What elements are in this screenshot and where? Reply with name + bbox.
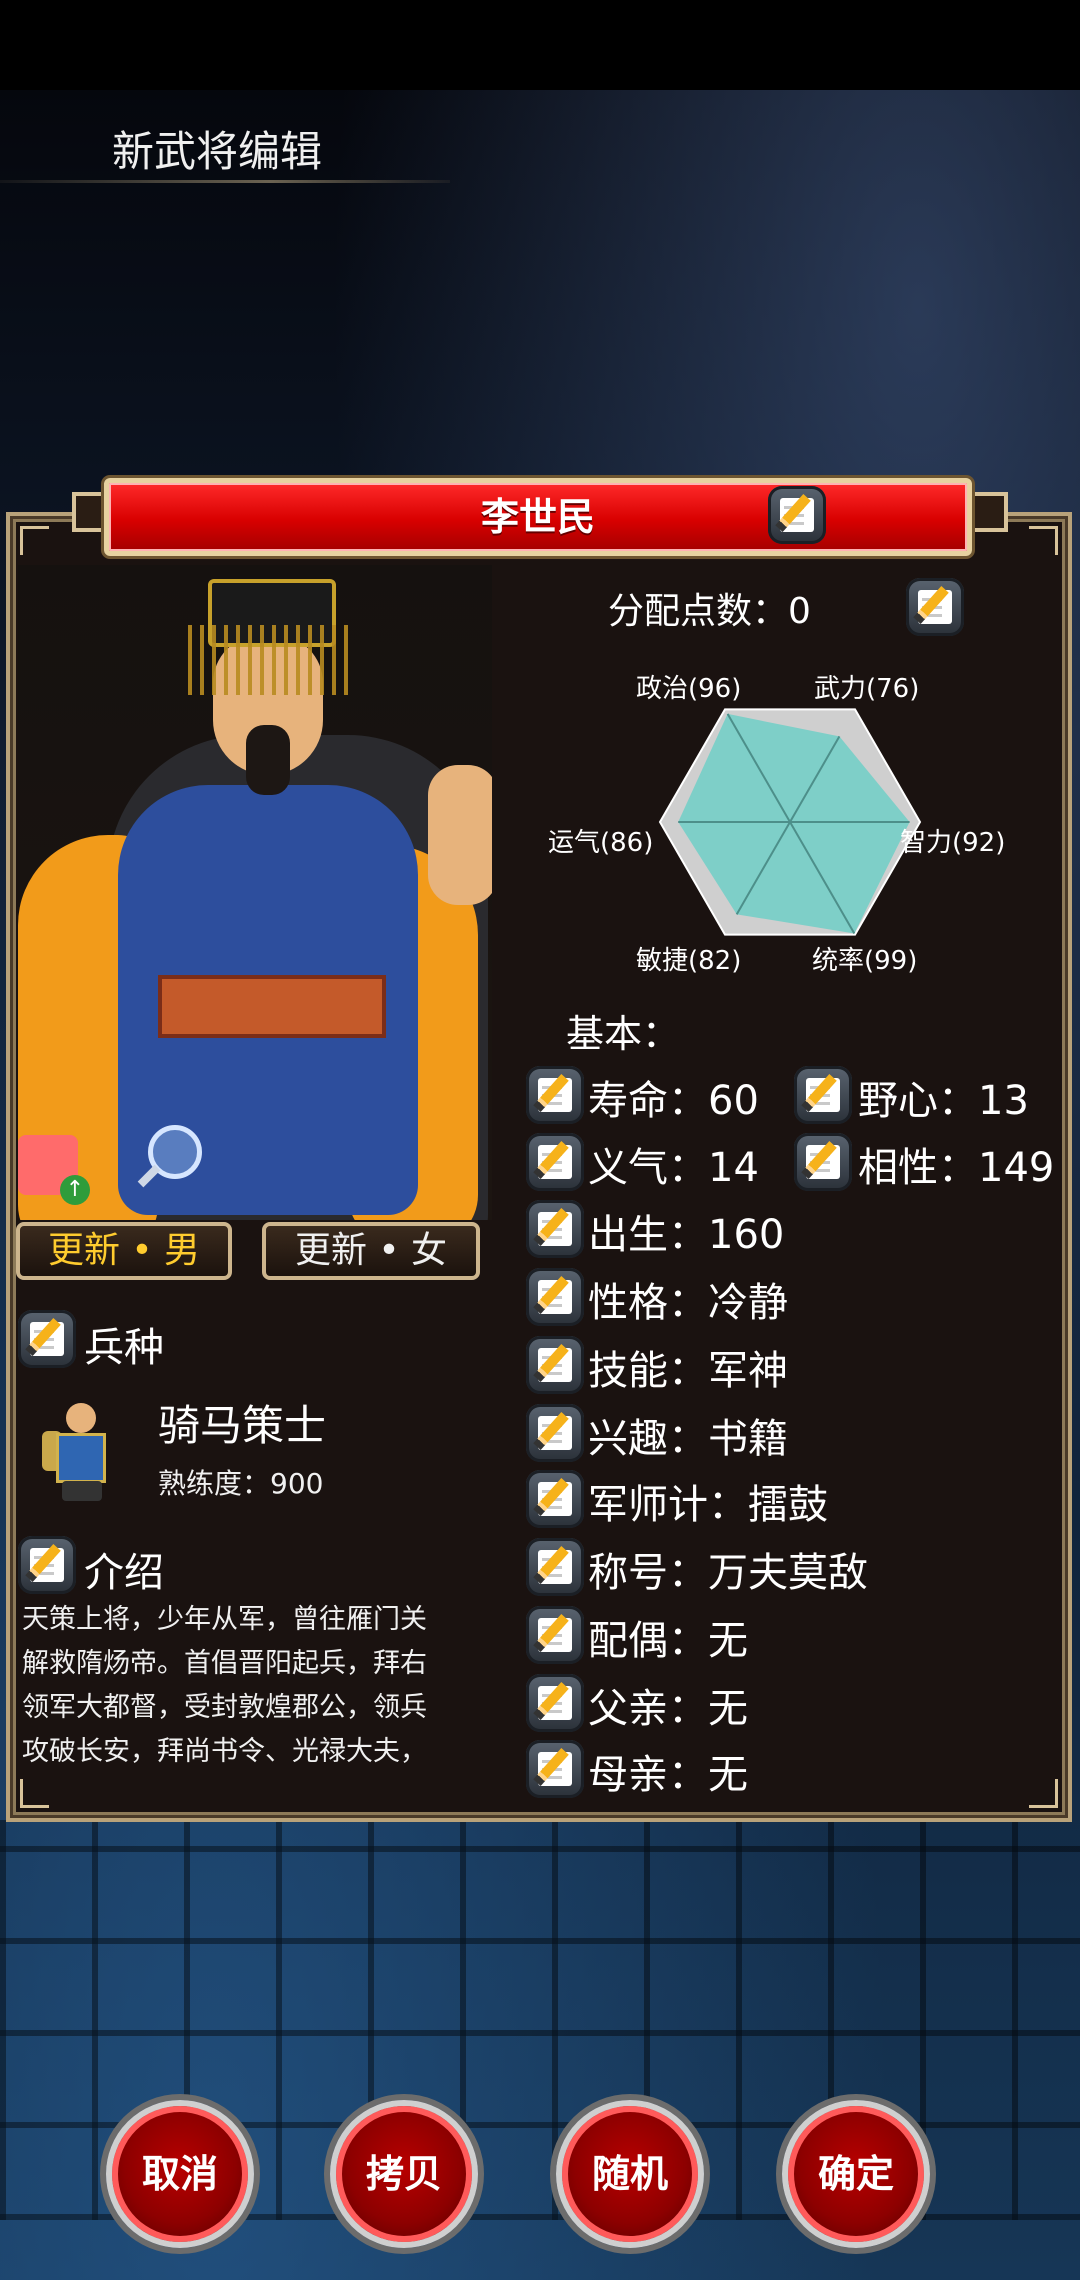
intro-text: 天策上将，少年从军，曾往雁门关 解救隋炀帝。首倡晋阳起兵，拜右 领军大都督，受封…	[22, 1604, 427, 1767]
father-value: 父亲：无	[588, 1686, 748, 1732]
panel-corner	[20, 1779, 49, 1808]
copy-label: 拷贝	[365, 2152, 442, 2196]
edit-father-icon[interactable]	[526, 1674, 584, 1732]
radar-label-command: 统率(99)	[812, 946, 918, 976]
edit-affinity-icon[interactable]	[794, 1133, 852, 1191]
basic-label: 基本：	[566, 1012, 681, 1056]
edit-intro-icon[interactable]	[18, 1536, 76, 1594]
loyalty-value: 义气：14	[588, 1145, 759, 1191]
panel-corner	[1029, 526, 1058, 555]
edit-lifespan-icon[interactable]	[526, 1066, 584, 1124]
intro-label: 介绍	[84, 1550, 164, 1596]
unit-sprite-icon	[42, 1395, 122, 1505]
update-female-button[interactable]: 更新 • 女	[262, 1222, 480, 1280]
panel-corner	[1029, 1779, 1058, 1808]
general-portrait[interactable]	[18, 565, 492, 1220]
affinity-value: 相性：149	[858, 1145, 1055, 1191]
ambition-value: 野心：13	[858, 1078, 1029, 1124]
copy-button[interactable]: 拷贝	[330, 2100, 478, 2248]
magnifier-icon[interactable]	[148, 1125, 202, 1179]
confirm-button[interactable]: 确定	[782, 2100, 930, 2248]
edit-birth-icon[interactable]	[526, 1200, 584, 1258]
random-label: 随机	[591, 2152, 668, 2196]
birth-value: 出生：160	[588, 1212, 785, 1258]
edit-strategy-icon[interactable]	[526, 1470, 584, 1528]
hobby-value: 兴趣：书籍	[588, 1416, 788, 1462]
edit-personality-icon[interactable]	[526, 1268, 584, 1326]
personality-value: 性格：冷静	[588, 1280, 788, 1326]
edit-spouse-icon[interactable]	[526, 1606, 584, 1664]
unit-name: 骑马策士	[158, 1401, 327, 1450]
page-title: 新武将编辑	[112, 127, 323, 176]
radar-label-agility: 敏捷(82)	[636, 946, 742, 976]
allocation-points: 分配点数：0	[608, 582, 811, 634]
edit-troop-icon[interactable]	[18, 1310, 76, 1368]
radar-label-politics: 政治(96)	[636, 674, 742, 704]
edit-ambition-icon[interactable]	[794, 1066, 852, 1124]
mother-value: 母亲：无	[588, 1752, 748, 1798]
confirm-label: 确定	[817, 2152, 894, 2196]
general-name: 李世民	[480, 495, 595, 539]
skill-value: 技能：军神	[588, 1348, 788, 1394]
radar-label-intellect: 智力(92)	[900, 828, 1006, 858]
lifespan-value: 寿命：60	[588, 1078, 759, 1124]
honor-value: 称号：万夫莫敌	[588, 1550, 868, 1596]
upload-portrait-icon[interactable]	[18, 1135, 90, 1205]
panel-corner	[20, 526, 49, 555]
unit-proficiency: 熟练度：900	[158, 1467, 324, 1500]
strategy-value: 军师计：擂鼓	[588, 1482, 828, 1528]
title-underline	[0, 180, 450, 183]
edit-loyalty-icon[interactable]	[526, 1133, 584, 1191]
cancel-button[interactable]: 取消	[106, 2100, 254, 2248]
allocation-label: 分配点数：	[608, 591, 789, 632]
edit-mother-icon[interactable]	[526, 1740, 584, 1798]
name-bar: 李世民	[104, 478, 972, 556]
spouse-value: 配偶：无	[588, 1618, 748, 1664]
cancel-label: 取消	[141, 2152, 218, 2196]
edit-points-icon[interactable]	[906, 578, 964, 636]
edit-name-icon[interactable]	[768, 486, 826, 544]
update-male-button[interactable]: 更新 • 男	[16, 1222, 232, 1280]
radar-label-luck: 运气(86)	[548, 828, 654, 858]
edit-skill-icon[interactable]	[526, 1336, 584, 1394]
namebar-ornament	[968, 492, 1008, 532]
troop-label: 兵种	[84, 1325, 164, 1371]
random-button[interactable]: 随机	[556, 2100, 704, 2248]
radar-label-force: 武力(76)	[814, 674, 920, 704]
edit-hobby-icon[interactable]	[526, 1404, 584, 1462]
edit-honor-icon[interactable]	[526, 1538, 584, 1596]
allocation-value: 0	[788, 591, 811, 632]
